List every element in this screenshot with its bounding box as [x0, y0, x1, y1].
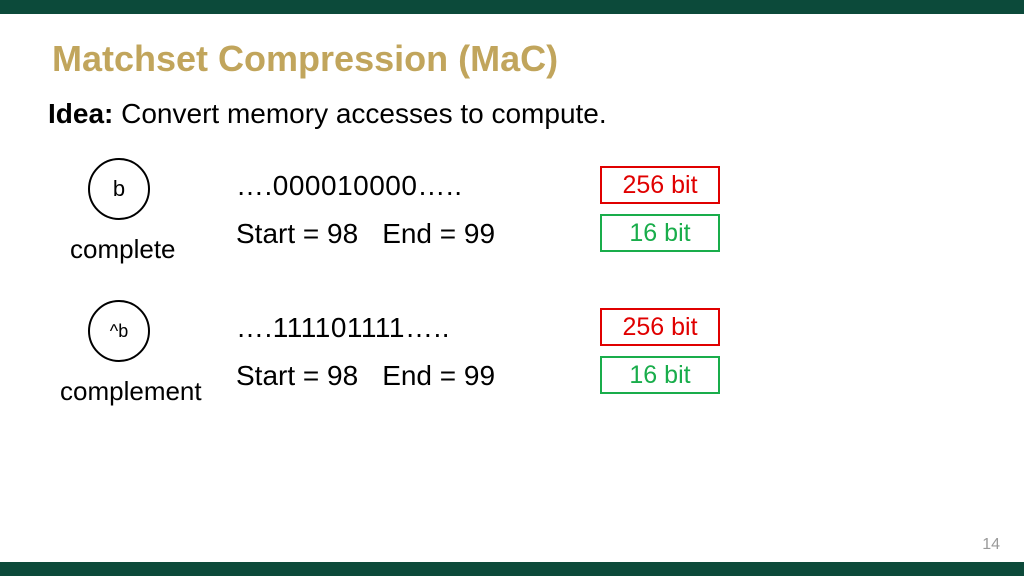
page-number: 14: [982, 536, 1000, 554]
idea-label: Idea:: [48, 98, 113, 129]
bitvector-text: ….111101111…..: [236, 312, 450, 344]
idea-text: Convert memory accesses to compute.: [113, 98, 606, 129]
state-label: complete: [70, 234, 176, 265]
range-text: Start = 98 End = 99: [236, 360, 495, 392]
bottom-accent-bar: [0, 562, 1024, 576]
idea-line: Idea: Convert memory accesses to compute…: [48, 98, 607, 130]
size-compressed-badge: 16 bit: [600, 356, 720, 394]
size-compressed-badge: 16 bit: [600, 214, 720, 252]
size-original-badge: 256 bit: [600, 308, 720, 346]
slide-title: Matchset Compression (MaC): [52, 38, 558, 80]
state-symbol: b: [113, 176, 125, 202]
end-text: End = 99: [382, 218, 495, 249]
state-label: complement: [60, 376, 202, 407]
range-text: Start = 98 End = 99: [236, 218, 495, 250]
size-original-badge: 256 bit: [600, 166, 720, 204]
top-accent-bar: [0, 0, 1024, 14]
bitvector-text: ….000010000…..: [236, 170, 463, 202]
start-text: Start = 98: [236, 360, 358, 391]
state-circle: b: [88, 158, 150, 220]
state-symbol: ^b: [110, 321, 128, 342]
end-text: End = 99: [382, 360, 495, 391]
start-text: Start = 98: [236, 218, 358, 249]
state-circle: ^b: [88, 300, 150, 362]
